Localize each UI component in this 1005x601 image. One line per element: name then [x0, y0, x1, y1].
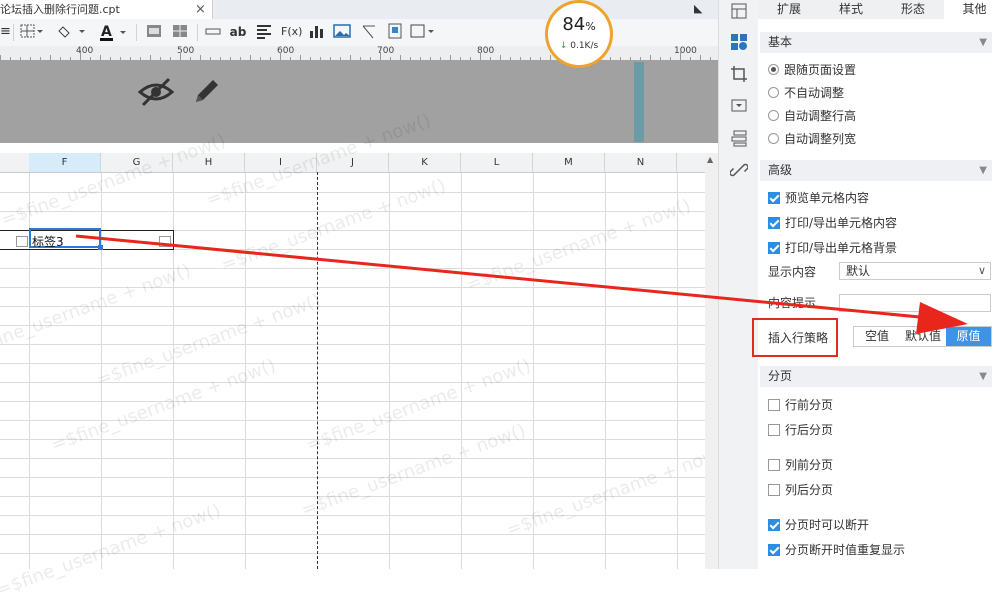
annotation-arrow [75, 234, 968, 334]
